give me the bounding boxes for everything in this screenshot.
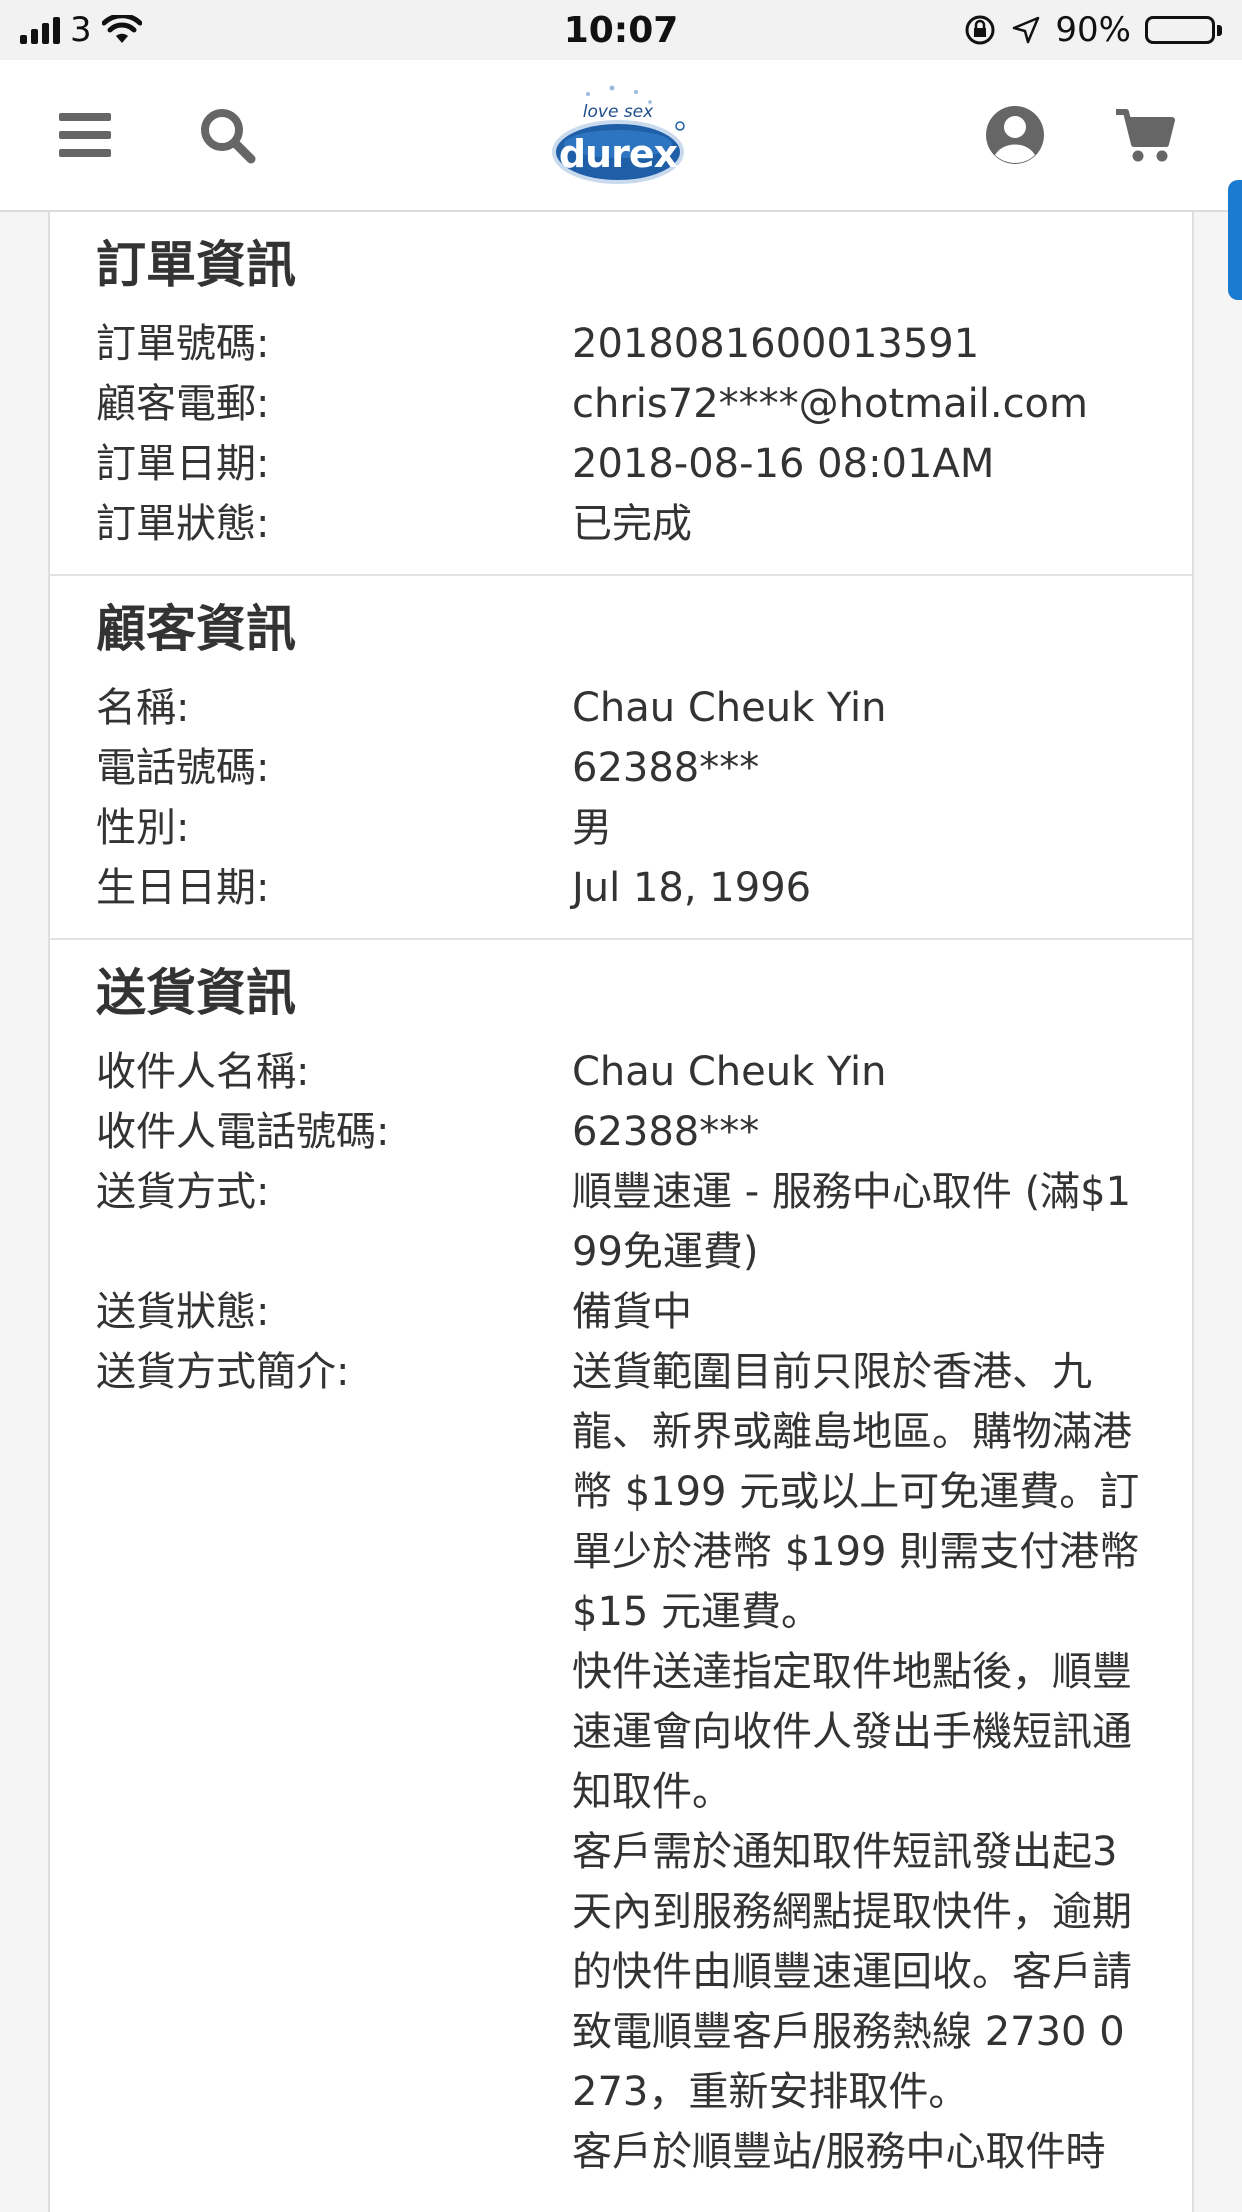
- site-header: love sex durex: [0, 60, 1242, 212]
- status-right: 90%: [963, 10, 1222, 50]
- info-row: 收件人名稱: Chau Cheuk Yin: [96, 1042, 1146, 1102]
- search-icon: [201, 109, 256, 164]
- side-feedback-tab[interactable]: [1228, 180, 1242, 300]
- order-number-label: 訂單號碼:: [96, 321, 270, 367]
- name-value: Chau Cheuk Yin: [572, 685, 887, 731]
- delivery-description-value: 送貨範圍目前只限於香港、九龍、新界或離島地區。購物滿港幣 $199 元或以上可免…: [572, 1342, 1146, 2182]
- location-arrow-icon: [1013, 16, 1040, 44]
- phone-label: 電話號碼:: [96, 745, 270, 791]
- birthday-value: Jul 18, 1996: [572, 865, 812, 911]
- logo-brand: durex: [558, 132, 678, 176]
- cellular-signal-icon: [20, 16, 60, 44]
- wifi-icon: [101, 15, 142, 43]
- info-row: 送貨方式: 順豐速運 - 服務中心取件 (滿$199免運費): [96, 1162, 1146, 1282]
- order-detail-card: 訂單資訊 訂單號碼: 2018081600013591 顧客電郵: chris7…: [48, 212, 1194, 2212]
- section-title: 訂單資訊: [96, 236, 296, 294]
- delivery-description-label: 送貨方式簡介:: [96, 1349, 350, 1395]
- customer-email-label: 顧客電郵:: [96, 381, 270, 427]
- name-label: 名稱:: [96, 685, 190, 731]
- logo-tagline: love sex: [582, 102, 654, 122]
- description-paragraph: 客戶需於通知取件短訊發出起3天內到服務網點提取快件，逾期的快件由順豐速運回收。客…: [572, 1829, 1132, 2115]
- info-row: 訂單日期: 2018-08-16 08:01AM: [96, 434, 1146, 494]
- recipient-name-value: Chau Cheuk Yin: [572, 1049, 887, 1095]
- customer-info-section: 顧客資訊 名稱: Chau Cheuk Yin 電話號碼: 62388*** 性…: [50, 576, 1192, 940]
- status-left: 3: [20, 10, 142, 50]
- description-paragraph: 客戶於順豐站/服務中心取件時: [572, 2129, 1106, 2175]
- info-row: 電話號碼: 62388***: [96, 738, 1146, 798]
- info-row: 收件人電話號碼: 62388***: [96, 1102, 1146, 1162]
- recipient-phone-value: 62388***: [572, 1109, 760, 1155]
- status-bar: 3 10:07 90%: [0, 0, 1242, 60]
- info-row: 送貨方式簡介: 送貨範圍目前只限於香港、九龍、新界或離島地區。購物滿港幣 $19…: [96, 1342, 1146, 2182]
- info-row: 性別: 男: [96, 798, 1146, 858]
- delivery-status-label: 送貨狀態:: [96, 1289, 270, 1335]
- info-row: 生日日期: Jul 18, 1996: [96, 858, 1146, 918]
- section-title: 送貨資訊: [96, 964, 296, 1022]
- delivery-method-label: 送貨方式:: [96, 1169, 270, 1215]
- cart-button[interactable]: [1110, 100, 1180, 170]
- order-number-value: 2018081600013591: [572, 321, 980, 367]
- battery-percent: 90%: [1055, 10, 1131, 50]
- delivery-status-value: 備貨中: [572, 1289, 692, 1335]
- order-info-section: 訂單資訊 訂單號碼: 2018081600013591 顧客電郵: chris7…: [50, 212, 1192, 576]
- menu-icon: [59, 113, 111, 157]
- info-row: 名稱: Chau Cheuk Yin: [96, 678, 1146, 738]
- order-status-label: 訂單狀態:: [96, 501, 270, 547]
- delivery-info-section: 送貨資訊 收件人名稱: Chau Cheuk Yin 收件人電話號碼: 6238…: [50, 940, 1192, 2202]
- recipient-name-label: 收件人名稱:: [96, 1049, 310, 1095]
- order-date-label: 訂單日期:: [96, 441, 270, 487]
- rotation-lock-icon: [965, 15, 995, 45]
- info-row: 顧客電郵: chris72****@hotmail.com: [96, 374, 1146, 434]
- section-title: 顧客資訊: [96, 600, 296, 658]
- birthday-label: 生日日期:: [96, 865, 270, 911]
- customer-email-value: chris72****@hotmail.com: [572, 381, 1088, 427]
- durex-logo[interactable]: love sex durex: [548, 80, 688, 190]
- recipient-phone-label: 收件人電話號碼:: [96, 1109, 390, 1155]
- phone-value: 62388***: [572, 745, 760, 791]
- info-row: 訂單狀態: 已完成: [96, 494, 1146, 554]
- carrier-label: 3: [70, 10, 92, 50]
- search-button[interactable]: [192, 100, 262, 170]
- gender-value: 男: [572, 805, 612, 851]
- description-paragraph: 送貨範圍目前只限於香港、九龍、新界或離島地區。購物滿港幣 $199 元或以上可免…: [572, 1349, 1140, 1635]
- description-paragraph: 快件送達指定取件地點後，順豐速運會向收件人發出手機短訊通知取件。: [572, 1649, 1132, 1815]
- info-row: 訂單號碼: 2018081600013591: [96, 314, 1146, 374]
- account-icon: [986, 106, 1044, 164]
- order-status-value: 已完成: [572, 501, 692, 547]
- battery-icon: [1145, 16, 1222, 44]
- info-row: 送貨狀態: 備貨中: [96, 1282, 1146, 1342]
- account-button[interactable]: [980, 100, 1050, 170]
- cart-icon: [1116, 109, 1175, 162]
- order-date-value: 2018-08-16 08:01AM: [572, 441, 995, 487]
- delivery-method-value: 順豐速運 - 服務中心取件 (滿$199免運費): [572, 1169, 1132, 1275]
- menu-button[interactable]: [50, 100, 120, 170]
- gender-label: 性別:: [96, 805, 190, 851]
